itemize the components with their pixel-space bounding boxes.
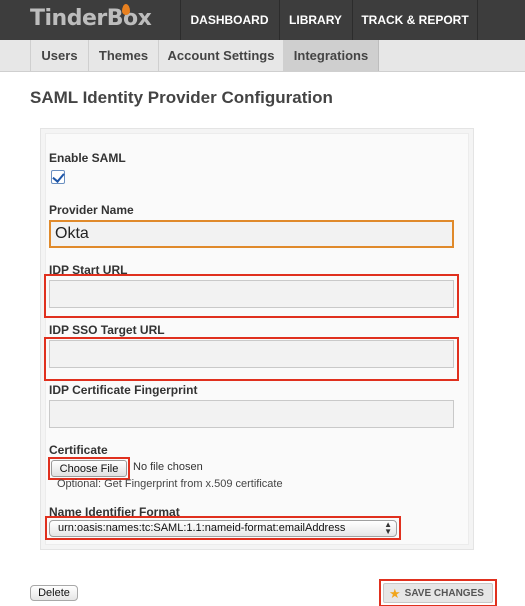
- idp-cert-fingerprint-input[interactable]: [49, 400, 454, 428]
- tab-integrations[interactable]: Integrations: [283, 40, 379, 71]
- tinderbox-logo[interactable]: TinderBox: [30, 4, 152, 31]
- idp-cert-fingerprint-label: IDP Certificate Fingerprint: [49, 383, 198, 397]
- file-status-text: No file chosen: [133, 461, 203, 473]
- tab-users[interactable]: Users: [30, 40, 88, 71]
- idp-sso-target-url-highlight: [44, 337, 459, 381]
- certificate-label: Certificate: [49, 443, 108, 457]
- nav-track-report[interactable]: TRACK & REPORT: [352, 0, 478, 40]
- top-nav-bar: TinderBox DASHBOARD LIBRARY TRACK & REPO…: [0, 0, 525, 40]
- certificate-hint: Optional: Get Fingerprint from x.509 cer…: [57, 478, 283, 490]
- flame-icon: [122, 4, 130, 15]
- enable-saml-checkbox[interactable]: [51, 170, 65, 184]
- tab-account-settings[interactable]: Account Settings: [158, 40, 283, 71]
- logo-text: TinderBox: [30, 6, 152, 31]
- provider-name-label: Provider Name: [49, 203, 134, 217]
- page-title: SAML Identity Provider Configuration: [30, 88, 333, 107]
- idp-sso-target-url-label: IDP SSO Target URL: [49, 323, 165, 337]
- tab-themes[interactable]: Themes: [88, 40, 158, 71]
- idp-start-url-highlight: [44, 274, 459, 318]
- choose-file-highlight: [48, 457, 130, 480]
- enable-saml-label: Enable SAML: [49, 151, 126, 165]
- nav-library[interactable]: LIBRARY: [279, 0, 351, 40]
- nav-dashboard[interactable]: DASHBOARD: [180, 0, 278, 40]
- save-changes-highlight: [379, 579, 497, 606]
- delete-button[interactable]: Delete: [30, 585, 78, 601]
- name-identifier-format-highlight: [45, 516, 401, 540]
- provider-name-input[interactable]: Okta: [49, 220, 454, 248]
- sub-nav-bar: Users Themes Account Settings Integratio…: [0, 40, 525, 72]
